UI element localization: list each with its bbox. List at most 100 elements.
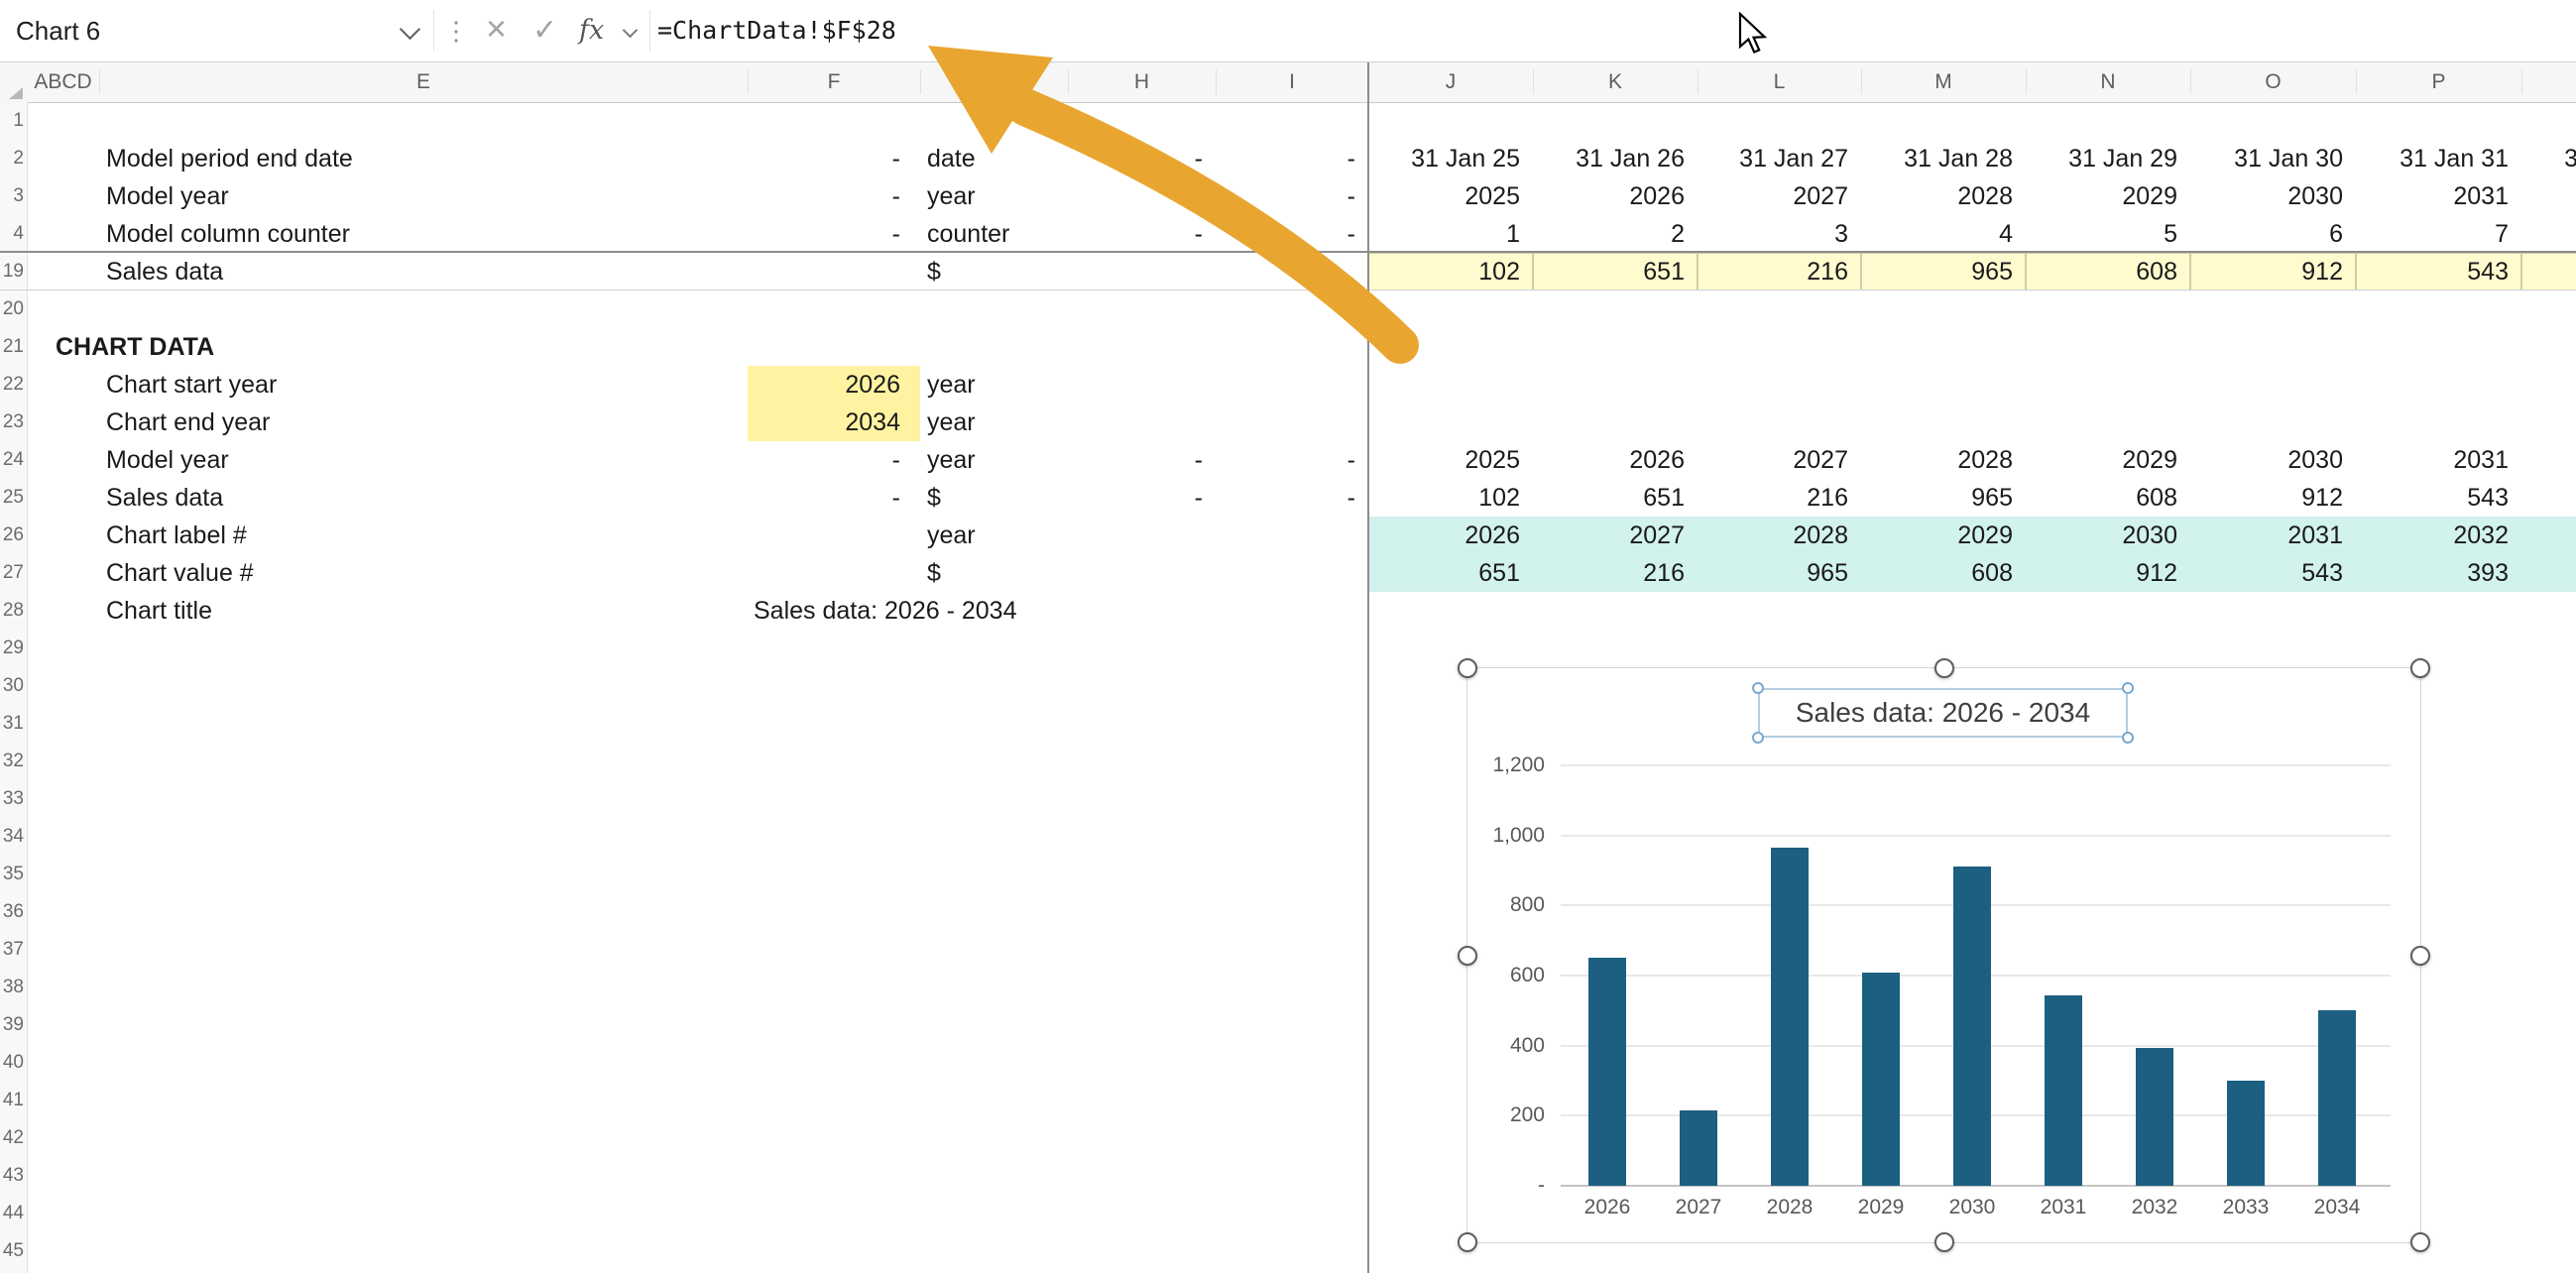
cell-J26[interactable]: 2026: [1368, 517, 1533, 554]
cell-M24[interactable]: 2028: [1861, 441, 2026, 479]
cell-O27[interactable]: 543: [2190, 554, 2356, 592]
cell-J3[interactable]: 2025: [1368, 177, 1533, 215]
cell-M3[interactable]: 2028: [1861, 177, 2026, 215]
cell-P26[interactable]: 2032: [2356, 517, 2521, 554]
cell-G3[interactable]: year: [920, 177, 1068, 215]
cell-Q2[interactable]: 31 Jan 32: [2521, 140, 2576, 177]
cell-K27[interactable]: 216: [1533, 554, 1698, 592]
chart-bar-2030[interactable]: [1953, 867, 1991, 1186]
cell-F22[interactable]: 2026: [748, 366, 920, 404]
chart-selection-handle[interactable]: [2410, 946, 2430, 966]
cell-E28[interactable]: Chart title: [99, 592, 748, 630]
cell-L3[interactable]: 2027: [1698, 177, 1861, 215]
cell-E3[interactable]: Model year: [99, 177, 748, 215]
cell-I3[interactable]: -: [1216, 177, 1368, 215]
cell-E25[interactable]: Sales data: [99, 479, 748, 517]
cell-G23[interactable]: year: [920, 404, 1068, 441]
cell-M27[interactable]: 608: [1861, 554, 2026, 592]
cell-P3[interactable]: 2031: [2356, 177, 2521, 215]
cell-N4[interactable]: 5: [2026, 215, 2190, 253]
cell-J27[interactable]: 651: [1368, 554, 1533, 592]
cell-H25[interactable]: -: [1068, 479, 1216, 517]
cancel-icon[interactable]: ×: [486, 0, 507, 58]
chart-selection-handle[interactable]: [1934, 658, 1954, 678]
chart-title-selection-handle[interactable]: [2122, 682, 2134, 694]
cell-N3[interactable]: 2029: [2026, 177, 2190, 215]
cell-G27[interactable]: $: [920, 554, 1068, 592]
cell-J25[interactable]: 102: [1368, 479, 1533, 517]
cell-F24[interactable]: -: [748, 441, 920, 479]
cell-J4[interactable]: 1: [1368, 215, 1533, 253]
cell-Q27[interactable]: [2521, 554, 2576, 592]
cell-I25[interactable]: -: [1216, 479, 1368, 517]
cell-O3[interactable]: 2030: [2190, 177, 2356, 215]
cell-H24[interactable]: -: [1068, 441, 1216, 479]
chart-selection-handle[interactable]: [1458, 658, 1477, 678]
chart-bar-2029[interactable]: [1862, 973, 1900, 1186]
cell-L27[interactable]: 965: [1698, 554, 1861, 592]
chart-bar-2031[interactable]: [2045, 995, 2082, 1186]
cell-M25[interactable]: 965: [1861, 479, 2026, 517]
cell-J19[interactable]: 102: [1368, 253, 1533, 290]
cell-G24[interactable]: year: [920, 441, 1068, 479]
cell-Q26[interactable]: [2521, 517, 2576, 554]
cell-P24[interactable]: 2031: [2356, 441, 2521, 479]
cell-K26[interactable]: 2027: [1533, 517, 1698, 554]
cell-L19[interactable]: 216: [1698, 253, 1861, 290]
cell-M19[interactable]: 965: [1861, 253, 2026, 290]
cell-N26[interactable]: 2030: [2026, 517, 2190, 554]
chart-selection-handle[interactable]: [1934, 1232, 1954, 1252]
cell-E22[interactable]: Chart start year: [99, 366, 748, 404]
cell-N19[interactable]: 608: [2026, 253, 2190, 290]
cell-F25[interactable]: -: [748, 479, 920, 517]
cell-M4[interactable]: 4: [1861, 215, 2026, 253]
cell-L26[interactable]: 2028: [1698, 517, 1861, 554]
cell-N25[interactable]: 608: [2026, 479, 2190, 517]
cell-K2[interactable]: 31 Jan 26: [1533, 140, 1698, 177]
chart-bar-2027[interactable]: [1680, 1110, 1717, 1186]
cell-N27[interactable]: 912: [2026, 554, 2190, 592]
cell-F3[interactable]: -: [748, 177, 920, 215]
insert-function-icon[interactable]: fx: [579, 0, 604, 61]
cell-I24[interactable]: -: [1216, 441, 1368, 479]
cell-J2[interactable]: 31 Jan 25: [1368, 140, 1533, 177]
cell-N24[interactable]: 2029: [2026, 441, 2190, 479]
cell-H4[interactable]: -: [1068, 215, 1216, 253]
cell-M2[interactable]: 31 Jan 28: [1861, 140, 2026, 177]
cell-G19[interactable]: $: [920, 253, 1068, 290]
cell-O2[interactable]: 31 Jan 30: [2190, 140, 2356, 177]
cell-K25[interactable]: 651: [1533, 479, 1698, 517]
cell-H2[interactable]: -: [1068, 140, 1216, 177]
cell-E24[interactable]: Model year: [99, 441, 748, 479]
chart-bar-2028[interactable]: [1771, 848, 1809, 1186]
cell-B21[interactable]: CHART DATA: [49, 328, 748, 366]
cell-K3[interactable]: 2026: [1533, 177, 1698, 215]
cell-E27[interactable]: Chart value #: [99, 554, 748, 592]
chart-selection-handle[interactable]: [1458, 1232, 1477, 1252]
cell-L24[interactable]: 2027: [1698, 441, 1861, 479]
cell-G22[interactable]: year: [920, 366, 1068, 404]
cell-P19[interactable]: 543: [2356, 253, 2521, 290]
cell-I4[interactable]: -: [1216, 215, 1368, 253]
cell-L25[interactable]: 216: [1698, 479, 1861, 517]
cell-P4[interactable]: 7: [2356, 215, 2521, 253]
enter-icon[interactable]: ✓: [532, 0, 557, 61]
cell-G2[interactable]: date: [920, 140, 1068, 177]
chart-selection-handle[interactable]: [1458, 946, 1477, 966]
cell-J24[interactable]: 2025: [1368, 441, 1533, 479]
cell-O19[interactable]: 912: [2190, 253, 2356, 290]
embedded-chart[interactable]: Sales data: 2026 - 2034 -2004006008001,0…: [1467, 668, 2420, 1242]
cell-E26[interactable]: Chart label #: [99, 517, 748, 554]
cell-P25[interactable]: 543: [2356, 479, 2521, 517]
cell-E23[interactable]: Chart end year: [99, 404, 748, 441]
cell-O4[interactable]: 6: [2190, 215, 2356, 253]
cell-H3[interactable]: -: [1068, 177, 1216, 215]
cell-F2[interactable]: -: [748, 140, 920, 177]
fx-chevron-down-icon[interactable]: [623, 23, 639, 39]
chart-selection-handle[interactable]: [2410, 1232, 2430, 1252]
cell-P2[interactable]: 31 Jan 31: [2356, 140, 2521, 177]
cell-E2[interactable]: Model period end date: [99, 140, 748, 177]
cell-O24[interactable]: 2030: [2190, 441, 2356, 479]
chart-bar-2034[interactable]: [2318, 1010, 2356, 1186]
cell-E4[interactable]: Model column counter: [99, 215, 748, 253]
